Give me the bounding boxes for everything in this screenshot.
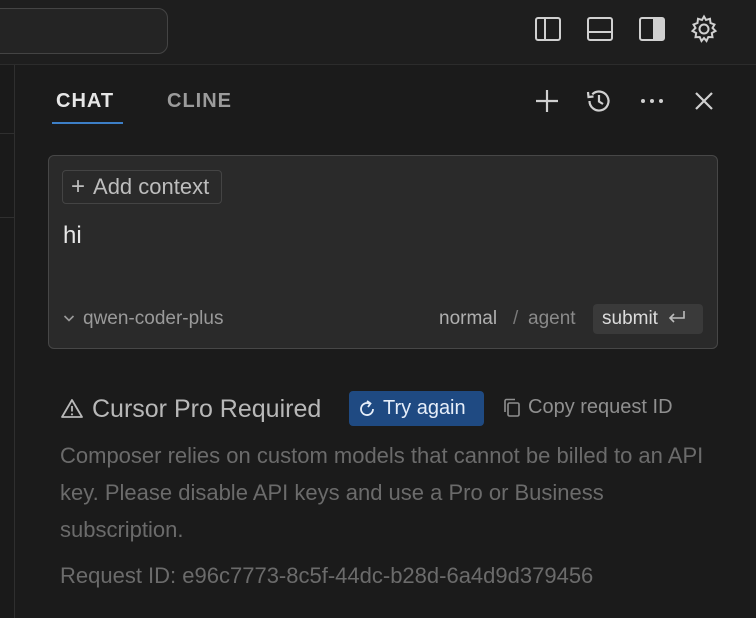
command-search-box[interactable] xyxy=(0,8,168,54)
try-again-button[interactable]: Try again xyxy=(349,391,484,426)
divider xyxy=(0,133,14,134)
model-selector[interactable]: qwen-coder-plus xyxy=(63,308,223,330)
request-id: Request ID: e96c7773-8c5f-44dc-b28d-6a4d… xyxy=(60,563,594,588)
refresh-icon xyxy=(360,399,374,416)
add-context-button[interactable]: + Add context xyxy=(62,170,223,204)
divider xyxy=(0,217,14,218)
submit-label: submit xyxy=(602,308,658,329)
plus-icon: + xyxy=(71,173,86,200)
chevron-down-icon xyxy=(63,308,75,330)
copy-request-id-button[interactable]: Copy request ID xyxy=(502,396,673,419)
mode-normal[interactable]: normal xyxy=(439,308,497,330)
tab-chat[interactable]: CHAT xyxy=(56,90,114,113)
add-context-label: Add context xyxy=(93,174,210,199)
submit-button[interactable]: submit xyxy=(593,304,703,334)
try-again-label: Try again xyxy=(383,397,466,419)
warning-icon xyxy=(60,397,84,421)
enter-key-icon xyxy=(668,308,686,330)
tab-cline[interactable]: CLINE xyxy=(167,90,232,113)
app-window: CHAT CLINE + Add context hi qwen-coder-p… xyxy=(0,0,756,618)
gear-icon[interactable] xyxy=(688,13,720,45)
toggle-primary-sidebar-icon[interactable] xyxy=(532,13,564,45)
mode-separator: / xyxy=(513,308,519,329)
composer-input-text[interactable]: hi xyxy=(63,222,82,250)
copy-icon xyxy=(504,398,520,417)
copy-request-label: Copy request ID xyxy=(528,396,673,418)
more-icon[interactable] xyxy=(636,85,668,117)
chat-panel: CHAT CLINE + Add context hi qwen-coder-p… xyxy=(15,65,756,618)
toggle-panel-icon[interactable] xyxy=(584,13,616,45)
composer-input-box[interactable]: + Add context hi qwen-coder-plus normal … xyxy=(48,155,718,349)
history-icon[interactable] xyxy=(583,85,615,117)
title-bar xyxy=(0,0,756,65)
error-title: Cursor Pro Required xyxy=(92,394,322,423)
model-name: qwen-coder-plus xyxy=(83,308,224,329)
error-header: Cursor Pro Required xyxy=(60,391,321,427)
toggle-secondary-sidebar-icon[interactable] xyxy=(636,13,668,45)
editor-edge xyxy=(0,65,15,618)
error-message: Composer relies on custom models that ca… xyxy=(60,443,704,542)
active-tab-indicator xyxy=(52,122,123,124)
close-icon[interactable] xyxy=(688,85,720,117)
plus-icon[interactable] xyxy=(531,85,563,117)
mode-agent[interactable]: agent xyxy=(528,308,576,330)
